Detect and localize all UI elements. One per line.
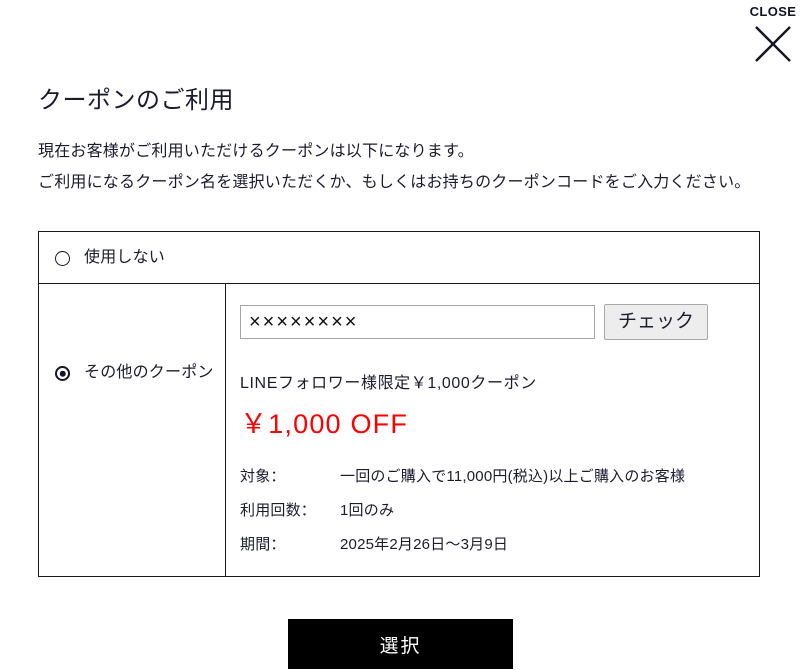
check-coupon-button[interactable]: チェック xyxy=(604,304,709,340)
coupon-code-row: チェック xyxy=(240,304,759,340)
coupon-option-row-other: その他のクーポン チェック LINEフォロワー様限定￥1,000クーポン ￥1,… xyxy=(39,284,759,576)
coupon-detail-panel: チェック LINEフォロワー様限定￥1,000クーポン ￥1,000 OFF 対… xyxy=(226,284,759,576)
close-button[interactable]: CLOSE xyxy=(742,4,804,65)
lead-text-line-1: 現在お客様がご利用いただけるクーポンは以下になります。 xyxy=(38,143,474,160)
option-cell-no-use[interactable]: 使用しない xyxy=(39,249,226,267)
coupon-spec-row: 期間： 2025年2月26日〜3月9日 xyxy=(240,533,759,554)
spec-key-target: 対象： xyxy=(240,468,286,485)
option-cell-other[interactable]: その他のクーポン xyxy=(39,284,226,576)
spec-value-period: 2025年2月26日〜3月9日 xyxy=(340,536,509,553)
page-title: クーポンのご利用 xyxy=(38,87,234,114)
coupon-code-input[interactable] xyxy=(240,305,595,339)
coupon-name: LINEフォロワー様限定￥1,000クーポン xyxy=(240,375,537,392)
spec-value-usage-count: 1回のみ xyxy=(340,502,395,519)
coupon-options-table: 使用しない その他のクーポン チェック LINEフォロワー様限定￥1,000クー… xyxy=(38,231,760,577)
coupon-spec-row: 対象： 一回のご購入で11,000円(税込)以上ご購入のお客様 xyxy=(240,465,759,486)
coupon-spec-list: 対象： 一回のご購入で11,000円(税込)以上ご購入のお客様 利用回数： 1回… xyxy=(240,465,759,554)
option-label-no-use: 使用しない xyxy=(84,248,166,266)
close-label: CLOSE xyxy=(749,4,797,19)
select-button[interactable]: 選択 xyxy=(288,619,513,669)
coupon-spec-row: 利用回数： 1回のみ xyxy=(240,499,759,520)
close-x-icon xyxy=(755,26,791,62)
coupon-option-row-no-use[interactable]: 使用しない xyxy=(39,232,759,284)
spec-key-period: 期間： xyxy=(240,536,286,553)
spec-value-target: 一回のご購入で11,000円(税込)以上ご購入のお客様 xyxy=(340,468,686,485)
radio-other-coupon[interactable] xyxy=(55,366,70,381)
coupon-discount-amount: ￥1,000 OFF xyxy=(240,409,409,439)
option-label-other-coupon: その他のクーポン xyxy=(84,364,214,381)
spec-key-usage-count: 利用回数： xyxy=(240,502,317,519)
lead-text-line-2: ご利用になるクーポン名を選択いただくか、もしくはお持ちのクーポンコードをご入力く… xyxy=(38,174,751,191)
radio-no-use[interactable] xyxy=(55,251,70,266)
